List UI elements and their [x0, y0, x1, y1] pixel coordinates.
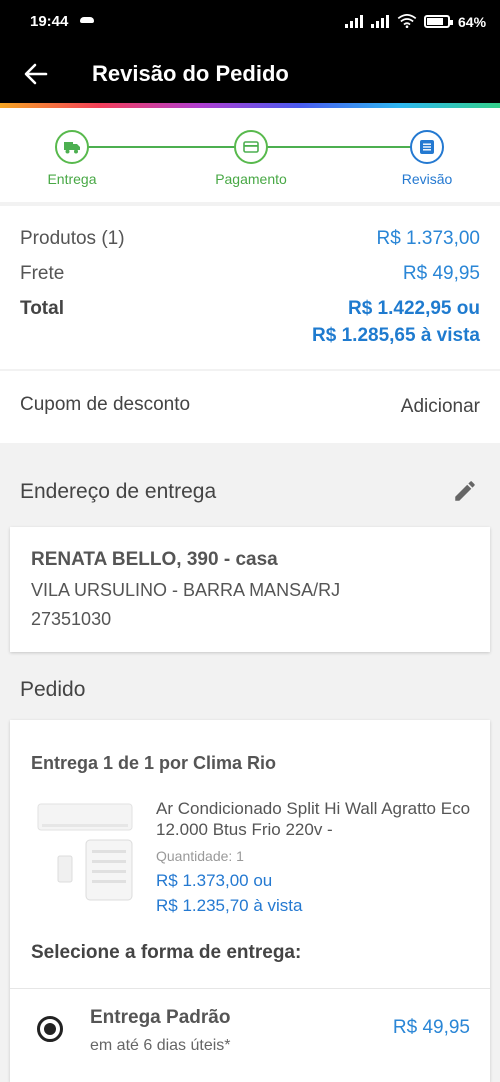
signal-icon [371, 15, 389, 28]
step-pagamento[interactable]: Pagamento [191, 130, 311, 187]
wifi-icon [397, 14, 417, 28]
summary-total-value: R$ 1.422,95 ou R$ 1.285,65 à vista [312, 295, 480, 349]
summary-label: Total [20, 298, 64, 319]
battery-icon [424, 15, 453, 28]
address-zip: 27351030 [31, 609, 112, 629]
signal-icon [345, 15, 363, 28]
truck-icon [55, 130, 89, 164]
address-city: VILA URSULINO - BARRA MANSA/RJ [31, 580, 341, 600]
summary-label: Produtos (1) [20, 228, 125, 249]
shipping-method-heading: Selecione a forma de entrega: [31, 942, 302, 963]
order-summary: Produtos (1) R$ 1.373,00 Frete R$ 49,95 … [0, 206, 500, 369]
radio-selected-icon[interactable] [37, 1016, 63, 1042]
product-image [37, 803, 133, 901]
shipping-name: Entrega Padrão [90, 1007, 231, 1028]
summary-value: R$ 1.373,00 [376, 228, 480, 249]
coupon-row[interactable]: Cupom de desconto Adicionar [0, 371, 500, 443]
step-entrega[interactable]: Entrega [12, 130, 132, 187]
total-installment: R$ 1.422,95 ou [347, 298, 480, 319]
product-quantity: Quantidade: 1 [156, 848, 244, 864]
checkout-stepper: Entrega Pagamento Revisão [0, 108, 500, 202]
card-icon [234, 130, 268, 164]
delivery-seller: Entrega 1 de 1 por Clima Rio [31, 753, 277, 773]
shipping-option-padrao[interactable]: Entrega Padrão em até 6 dias úteis* R$ 4… [10, 988, 490, 1082]
order-section-title: Pedido [20, 678, 86, 701]
product-name: Ar Condicionado Split Hi Wall Agratto Ec… [156, 799, 471, 839]
edit-pencil-icon[interactable] [452, 478, 478, 504]
status-time: 19:44 [30, 13, 69, 30]
page-title: Revisão do Pedido [92, 61, 289, 86]
shipping-price: R$ 49,95 [392, 1017, 470, 1038]
address-section-title: Endereço de entrega [20, 480, 217, 503]
battery-percent: 64% [458, 14, 487, 30]
coupon-label: Cupom de desconto [20, 394, 191, 415]
product-price-cash: R$ 1.235,70 à vista [156, 896, 303, 915]
step-revisao[interactable]: Revisão [367, 130, 487, 187]
step-label: Entrega [47, 171, 97, 187]
summary-label: Frete [20, 263, 65, 284]
app-bar: Revisão do Pedido [0, 44, 500, 103]
order-card: Entrega 1 de 1 por Clima Rio Ar Condicio… [10, 720, 490, 1082]
back-arrow-icon[interactable] [22, 60, 50, 88]
list-icon [410, 130, 444, 164]
cloud-icon [80, 17, 94, 23]
summary-value: R$ 49,95 [402, 263, 480, 284]
total-cash: R$ 1.285,65 à vista [312, 325, 480, 346]
step-label: Revisão [401, 171, 453, 187]
shipping-eta: em até 6 dias úteis* [90, 1037, 231, 1054]
address-card: RENATA BELLO, 390 - casa VILA URSULINO -… [10, 527, 490, 652]
add-coupon-button[interactable]: Adicionar [401, 396, 480, 418]
product-price: R$ 1.373,00 ou R$ 1.235,70 à vista [156, 868, 302, 918]
address-street: RENATA BELLO, 390 - casa [31, 549, 278, 570]
status-bar: 19:44 64% [0, 0, 500, 44]
step-label: Pagamento [215, 171, 287, 187]
product-price-installment: R$ 1.373,00 ou [156, 871, 273, 890]
